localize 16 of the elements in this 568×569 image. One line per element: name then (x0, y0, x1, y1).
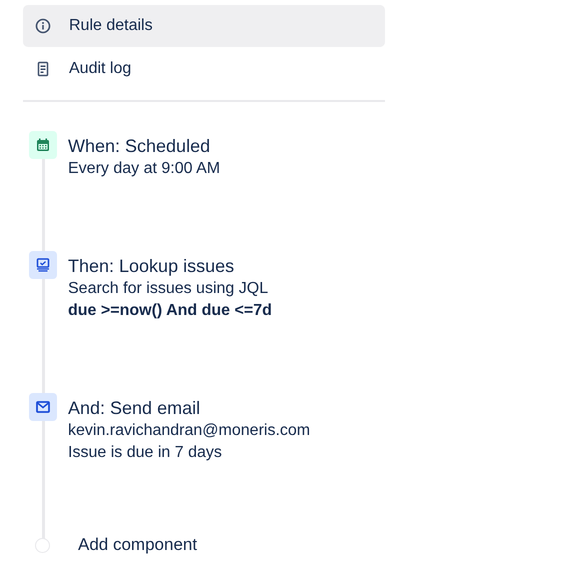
step-description: Every day at 9:00 AM (68, 159, 220, 179)
step-description: Issue is due in 7 days (68, 443, 223, 463)
monitor-icon (36, 258, 50, 272)
step-title[interactable]: When: Scheduled (68, 134, 220, 158)
step-title[interactable]: Then: Lookup issues (68, 254, 272, 278)
step-description: Search for issues using JQL (68, 279, 270, 299)
calendar-icon (36, 138, 50, 152)
nav-item[interactable]: Rule details (23, 5, 385, 47)
document-icon (35, 61, 51, 77)
nav-item[interactable]: Audit log (23, 48, 385, 90)
add-component-link[interactable]: Add component (78, 535, 198, 555)
jql-query: due >=now() And due <=7d (68, 301, 272, 321)
info-icon (35, 18, 51, 34)
step-description: kevin.ravichandran@moneris.com (68, 421, 310, 441)
mail-icon (36, 401, 50, 413)
step-title[interactable]: And: Send email (68, 396, 310, 420)
